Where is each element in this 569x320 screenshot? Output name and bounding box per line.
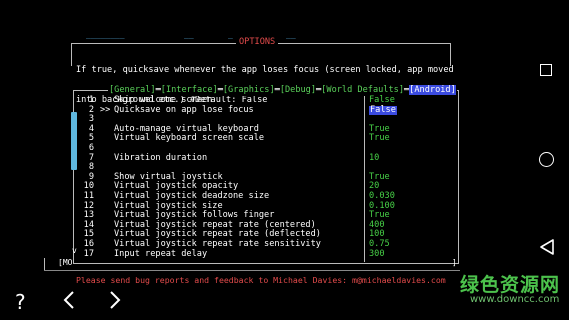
top-fragment: __ bbox=[286, 30, 296, 39]
top-fragment: __ bbox=[184, 30, 194, 39]
back-triangle-icon bbox=[540, 239, 554, 255]
setting-value: True bbox=[369, 133, 390, 144]
tab-general[interactable]: [General] bbox=[109, 85, 156, 95]
scrollbar[interactable] bbox=[71, 112, 77, 170]
setting-value: 10 bbox=[369, 152, 380, 163]
bottom-frame bbox=[44, 258, 461, 270]
bottom-label: [MO bbox=[58, 258, 73, 267]
bottom-right-mark: ] bbox=[452, 258, 457, 267]
tab-world-defaults[interactable]: [World Defaults] bbox=[321, 85, 404, 95]
tab-android[interactable]: [Android] bbox=[409, 85, 456, 95]
top-fragment: ________ bbox=[86, 30, 125, 39]
previous-button[interactable] bbox=[62, 289, 76, 315]
chevron-right-icon bbox=[110, 291, 121, 309]
next-button[interactable] bbox=[108, 289, 122, 315]
recent-apps-button[interactable] bbox=[540, 64, 552, 76]
bottom-rule bbox=[44, 270, 460, 271]
back-button[interactable] bbox=[538, 238, 556, 260]
scroll-down-indicator: v bbox=[72, 246, 77, 255]
setting-label: Quicksave on app lose focus bbox=[114, 104, 254, 115]
setting-value: False bbox=[369, 104, 397, 116]
top-fragment: _ bbox=[228, 30, 233, 39]
description-line: If true, quicksave whenever the app lose… bbox=[76, 65, 454, 76]
home-button[interactable] bbox=[539, 152, 554, 167]
tab-interface[interactable]: [Interface] bbox=[161, 85, 218, 95]
setting-label: Vibration duration bbox=[114, 152, 208, 163]
watermark-url: www.downcc.com bbox=[470, 294, 560, 305]
watermark-logo: 绿色资源网 bbox=[460, 274, 561, 296]
chevron-left-icon bbox=[63, 291, 74, 309]
setting-label: Virtual keyboard screen scale bbox=[114, 133, 265, 144]
tab-debug[interactable]: [Debug] bbox=[280, 85, 316, 95]
footer-message: Please send bug reports and feedback to … bbox=[76, 275, 446, 285]
help-button[interactable]: ? bbox=[15, 290, 26, 314]
value-column-divider bbox=[364, 96, 365, 262]
tab-graphics[interactable]: [Graphics] bbox=[223, 85, 275, 95]
row-pointer: >> bbox=[100, 104, 111, 115]
